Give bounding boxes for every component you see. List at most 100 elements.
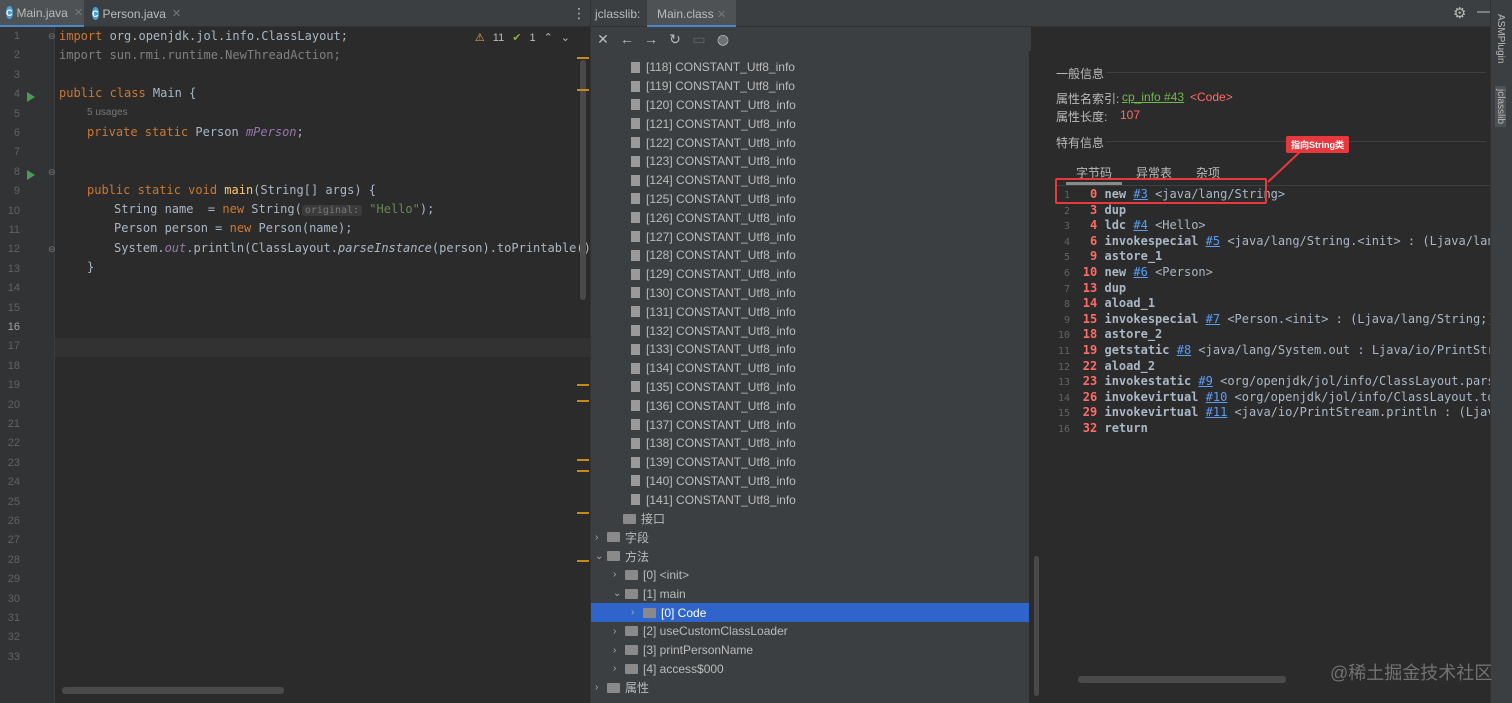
tree-item-method[interactable]: ⌄ [1] main: [591, 584, 1029, 603]
tree-item-constant[interactable]: [137] CONSTANT_Utf8_info: [591, 415, 1029, 434]
run-icon[interactable]: [27, 169, 35, 180]
bytecode-row[interactable]: 9 15 invokespecial #7 <Person.<init> : (…: [1056, 312, 1491, 328]
bytecode-horizontal-scrollbar[interactable]: [1078, 676, 1286, 683]
bytecode-cp-ref[interactable]: #5: [1206, 234, 1220, 248]
error-stripe-marker[interactable]: [577, 89, 589, 91]
bytecode-row[interactable]: 2 3 dup: [1056, 203, 1141, 219]
asmplugin-tool-button[interactable]: ASMPlugin: [1495, 14, 1506, 63]
tree-item-constant[interactable]: [127] CONSTANT_Utf8_info: [591, 227, 1029, 246]
bytecode-row[interactable]: 14 26 invokevirtual #10 <org/openjdk/jol…: [1056, 390, 1491, 406]
tree-item-constant[interactable]: [135] CONSTANT_Utf8_info: [591, 378, 1029, 397]
error-stripe-marker[interactable]: [577, 512, 589, 514]
bytecode-row[interactable]: 15 29 invokevirtual #11 <java/io/PrintSt…: [1056, 405, 1491, 421]
tree-item-constant[interactable]: [119] CONSTANT_Utf8_info: [591, 77, 1029, 96]
tree-item-fields[interactable]: › 字段: [591, 528, 1029, 547]
bytecode-row[interactable]: 11 19 getstatic #8 <java/lang/System.out…: [1056, 343, 1491, 359]
chevron-down-icon[interactable]: ⌄: [613, 588, 625, 599]
run-icon[interactable]: [27, 92, 35, 103]
tree-item-constant[interactable]: [133] CONSTANT_Utf8_info: [591, 340, 1029, 359]
tree-item-constant[interactable]: [122] CONSTANT_Utf8_info: [591, 133, 1029, 152]
bytecode-row[interactable]: 8 14 aload_1: [1056, 296, 1170, 312]
tree-scrollbar[interactable]: [1034, 556, 1039, 696]
chevron-right-icon[interactable]: ›: [595, 532, 607, 543]
error-stripe-marker[interactable]: [577, 400, 589, 402]
tree-item-constant[interactable]: [136] CONSTANT_Utf8_info: [591, 396, 1029, 415]
tree-item-code[interactable]: › [0] Code: [591, 603, 1029, 622]
tree-item-constant[interactable]: [118] CONSTANT_Utf8_info: [591, 58, 1029, 77]
bytecode-cp-ref[interactable]: #11: [1206, 405, 1228, 419]
tree-item-constant[interactable]: [131] CONSTANT_Utf8_info: [591, 302, 1029, 321]
tree-item-constant[interactable]: [128] CONSTANT_Utf8_info: [591, 246, 1029, 265]
tree-item-method[interactable]: › [3] printPersonName: [591, 641, 1029, 660]
bytecode-row[interactable]: 16 32 return: [1056, 421, 1162, 437]
error-stripe-marker[interactable]: [577, 459, 589, 461]
bytecode-row[interactable]: 7 13 dup: [1056, 281, 1141, 297]
forward-arrow-icon[interactable]: →: [639, 27, 663, 51]
bytecode-row[interactable]: 10 18 astore_2: [1056, 327, 1177, 343]
chevron-right-icon[interactable]: ›: [613, 663, 625, 674]
cp-info-link[interactable]: cp_info #43: [1122, 90, 1184, 104]
tree-item-attributes[interactable]: › 属性: [591, 678, 1029, 697]
inspection-widget[interactable]: ⚠ 11 ✔ 1 ⌃ ⌄: [475, 31, 570, 45]
code-area[interactable]: import org.openjdk.jol.info.ClassLayout;…: [55, 27, 590, 703]
bytecode-row[interactable]: 12 22 aload_2: [1056, 359, 1170, 375]
editor-horizontal-scrollbar[interactable]: [62, 687, 284, 694]
tree-item-constant[interactable]: [141] CONSTANT_Utf8_info: [591, 490, 1029, 509]
more-options-icon[interactable]: ⋮: [572, 5, 586, 22]
tree-item-constant[interactable]: [129] CONSTANT_Utf8_info: [591, 265, 1029, 284]
bytecode-cp-ref[interactable]: #7: [1206, 312, 1220, 326]
error-stripe-marker[interactable]: [577, 57, 589, 59]
tab-main-class[interactable]: Main.class ✕: [647, 0, 737, 27]
tab-person-java[interactable]: C Person.java ✕: [86, 0, 186, 27]
editor-vertical-scrollbar[interactable]: [580, 60, 586, 300]
bytecode-cp-ref[interactable]: #8: [1177, 343, 1191, 357]
close-icon[interactable]: ✕: [591, 27, 615, 51]
bytecode-row[interactable]: 6 10 new #6 <Person>: [1056, 265, 1213, 281]
close-icon[interactable]: ✕: [717, 9, 726, 21]
tree-item-methods[interactable]: ⌄ 方法: [591, 547, 1029, 566]
tab-main-java[interactable]: C Main.java ✕: [0, 0, 84, 27]
tree-item-constant[interactable]: [121] CONSTANT_Utf8_info: [591, 114, 1029, 133]
tree-item-constant[interactable]: [134] CONSTANT_Utf8_info: [591, 359, 1029, 378]
error-stripe-marker[interactable]: [577, 560, 589, 562]
tree-item-method[interactable]: › [4] access$000: [591, 660, 1029, 679]
chevron-right-icon[interactable]: ›: [613, 626, 625, 637]
usages-hint[interactable]: 5 usages: [87, 104, 128, 118]
bytecode-row[interactable]: 3 4 ldc #4 <Hello>: [1056, 218, 1206, 234]
bytecode-cp-ref[interactable]: #9: [1198, 374, 1212, 388]
chevron-right-icon[interactable]: ›: [613, 645, 625, 656]
back-arrow-icon[interactable]: ←: [615, 27, 639, 51]
tree-item-constant[interactable]: [125] CONSTANT_Utf8_info: [591, 190, 1029, 209]
gear-icon[interactable]: ⚙: [1453, 4, 1466, 22]
jclasslib-tool-button[interactable]: jclasslib: [1495, 86, 1506, 128]
chevron-right-icon[interactable]: ›: [631, 607, 643, 618]
tree-item-constant[interactable]: [120] CONSTANT_Utf8_info: [591, 96, 1029, 115]
tree-item-method[interactable]: › [2] useCustomClassLoader: [591, 622, 1029, 641]
bytecode-cp-ref[interactable]: #10: [1206, 390, 1228, 404]
tree-item-constant[interactable]: [140] CONSTANT_Utf8_info: [591, 472, 1029, 491]
tree-item-constant[interactable]: [132] CONSTANT_Utf8_info: [591, 321, 1029, 340]
chevron-right-icon[interactable]: ›: [595, 682, 607, 693]
refresh-icon[interactable]: ↻: [663, 27, 687, 51]
tree-item-constant[interactable]: [126] CONSTANT_Utf8_info: [591, 208, 1029, 227]
tree-item-interfaces[interactable]: 接口: [591, 509, 1029, 528]
tree-item-constant[interactable]: [139] CONSTANT_Utf8_info: [591, 453, 1029, 472]
tree-item-constant[interactable]: [124] CONSTANT_Utf8_info: [591, 171, 1029, 190]
bytecode-row[interactable]: 5 9 astore_1: [1056, 249, 1177, 265]
bytecode-row[interactable]: 13 23 invokestatic #9 <org/openjdk/jol/i…: [1056, 374, 1491, 390]
tree-item-constant[interactable]: [123] CONSTANT_Utf8_info: [591, 152, 1029, 171]
chevron-down-icon[interactable]: ⌄: [561, 31, 570, 44]
close-icon[interactable]: ✕: [74, 6, 83, 19]
bytecode-cp-ref[interactable]: #4: [1133, 218, 1147, 232]
bytecode-row[interactable]: 4 6 invokespecial #5 <java/lang/String.<…: [1056, 234, 1491, 250]
globe-icon[interactable]: ◍: [711, 27, 735, 51]
tree-item-constant[interactable]: [130] CONSTANT_Utf8_info: [591, 284, 1029, 303]
error-stripe-marker[interactable]: [577, 384, 589, 386]
error-stripe-marker[interactable]: [577, 470, 589, 472]
bytecode-cp-ref[interactable]: #6: [1133, 265, 1147, 279]
code-editor[interactable]: C Main.java ✕ C Person.java ✕ ⋮ 12345678…: [0, 0, 590, 703]
tree-item-constant[interactable]: [138] CONSTANT_Utf8_info: [591, 434, 1029, 453]
bytecode-listing[interactable]: 1 0 new #3 <java/lang/String> 2 3 dup 3 4…: [1056, 185, 1491, 695]
close-icon[interactable]: ✕: [172, 7, 181, 20]
chevron-down-icon[interactable]: ⌄: [595, 551, 607, 562]
